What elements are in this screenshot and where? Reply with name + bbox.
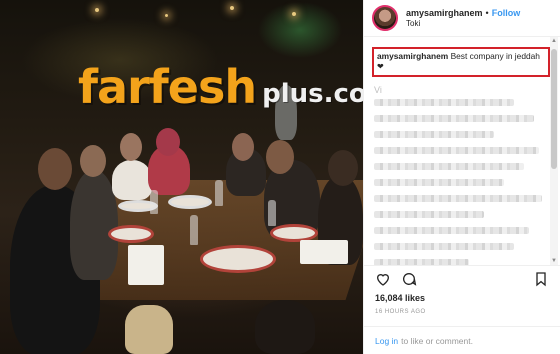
post-photo[interactable]: farfesh plus.com [0,0,363,354]
wine-glass [150,190,158,214]
action-bar [364,265,560,291]
plate [168,195,212,209]
person-head [232,133,254,161]
likes-number: 16,084 [375,293,403,303]
blurred-comment [374,163,524,171]
napkin [128,245,164,285]
view-comments-link[interactable]: Vi [374,85,546,95]
ceiling-light [165,14,168,17]
caption-username[interactable]: amysamirghanem [377,51,448,61]
person-head [156,128,180,156]
username-link[interactable]: amysamirghanem [406,8,483,18]
person [112,160,152,200]
person-head [38,148,72,190]
watermark: farfesh plus.com [78,60,363,114]
follow-button[interactable]: Follow [492,8,521,18]
wine-glass [268,200,276,226]
wine-glass [215,180,223,206]
plate [108,225,154,243]
person [275,85,297,140]
ceiling-light [292,12,296,16]
person-head [80,145,106,177]
comment-icon[interactable] [400,270,418,288]
blurred-comment [374,147,539,155]
post-side-panel: amysamirghanem • Follow Toki amysamirgha… [363,0,560,354]
caption-text: Best company in jeddah [450,51,540,61]
scroll-down-icon[interactable]: ▼ [550,257,558,265]
scroll-up-icon[interactable]: ▲ [550,37,558,45]
location-link[interactable]: Toki [406,19,520,28]
blurred-comment [374,243,514,251]
blurred-comment [374,227,529,235]
likes-label: likes [405,293,426,303]
bookmark-icon[interactable] [532,270,550,288]
login-prompt: to like or comment. [401,335,473,346]
napkin [300,240,348,264]
blurred-comment [374,195,542,203]
blurred-comment [374,99,514,107]
blurred-comment [374,179,504,187]
watermark-main: farfesh [78,60,257,114]
comments-section[interactable]: amysamirghanem Best company in jeddah ❤ … [364,37,560,265]
login-link[interactable]: Log in [375,336,398,346]
heart-icon[interactable] [374,270,392,288]
avatar[interactable] [372,5,398,31]
comments-scrollbar[interactable]: ▲ ▼ [550,37,558,265]
likes-count[interactable]: 16,084 likes [364,291,560,303]
plate [200,245,276,273]
ceiling-light [230,6,234,10]
caption-emoji: ❤ [377,62,384,72]
post-timestamp: 16 HOURS AGO [375,309,426,315]
scroll-thumb[interactable] [551,49,557,169]
blurred-comment [374,131,494,139]
post-header: amysamirghanem • Follow Toki [364,0,560,37]
separator-dot: • [485,8,489,19]
blurred-comment [374,259,469,265]
caption: amysamirghanem Best company in jeddah ❤ [372,47,550,78]
person-head [266,140,294,174]
chair [255,300,315,354]
person [70,170,118,280]
ceiling-light [95,8,99,12]
person-head [120,133,142,161]
blurred-comment [374,211,484,219]
handbag [125,305,173,354]
wine-glass [190,215,198,245]
login-bar: Log in to like or comment. [364,326,560,354]
blurred-comment [374,115,534,123]
person-head [328,150,358,186]
